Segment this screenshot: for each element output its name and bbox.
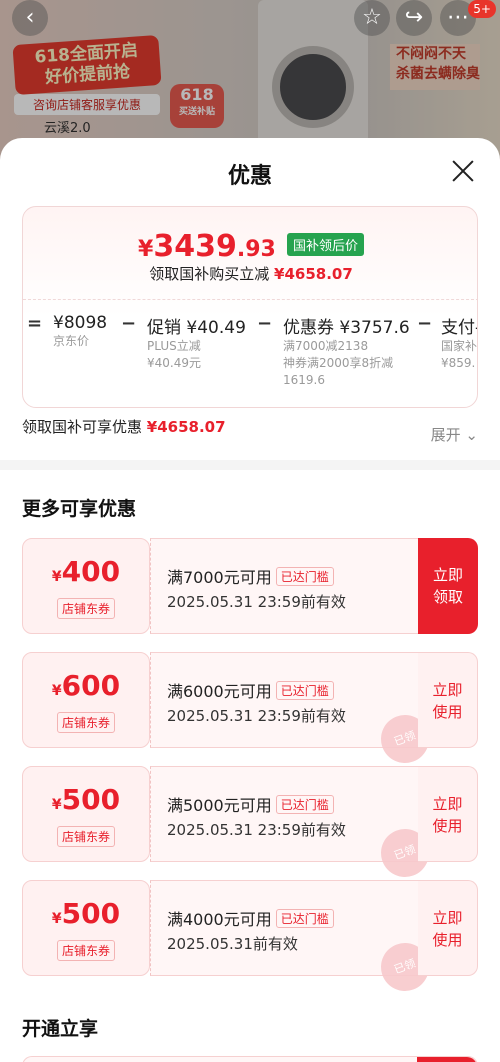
coupon-type-label: 店铺东券: [56, 826, 115, 847]
gov-subsidy-row: 领取国补可享优惠 ¥4658.07: [22, 418, 226, 436]
formula-term-promo: 促销 ¥40.49 PLUS立减 ¥40.49元: [147, 318, 246, 370]
threshold-reached-badge: 已达门槛: [275, 681, 334, 700]
membership-offer-card[interactable]: [22, 1056, 478, 1062]
use-coupon-button[interactable]: 立即 使用: [418, 766, 478, 862]
sheet-title: 优惠: [227, 164, 272, 189]
close-icon[interactable]: [448, 156, 478, 186]
star-icon[interactable]: ☆: [354, 0, 390, 36]
coupon-amount-block: ¥600 店铺东券: [22, 652, 150, 748]
membership-offer-button[interactable]: [417, 1057, 477, 1062]
coupon-info: 满4000元可用 已达门槛 2025.05.31前有效 已领: [150, 880, 436, 998]
divider: [23, 299, 477, 300]
expand-button[interactable]: 展开 ⌄: [431, 424, 478, 445]
coupon-card: ¥400 店铺东券 满7000元可用 已达门槛 2025.05.31 23:59前…: [22, 538, 478, 634]
product-gallery-background: 618全面开启 好价提前抢 咨询店铺客服享优惠 云溪2.0 618 买送补贴 不闷闷…: [0, 0, 500, 160]
threshold-reached-badge: 已达门槛: [275, 909, 334, 928]
claim-coupon-button[interactable]: 立即 领取: [418, 538, 478, 634]
formula-term-jd-price: ¥8098 京东价: [53, 313, 108, 348]
chevron-down-icon: ⌄: [460, 426, 478, 444]
coupon-expiry: 2025.05.31 23:59前有效: [167, 593, 346, 611]
coupon-amount-block: ¥500 店铺东券: [22, 766, 150, 862]
minus-sign: −: [121, 313, 137, 334]
coupon-type-label: 店铺东券: [56, 712, 115, 733]
coupon-expiry: 2025.05.31 23:59前有效: [167, 821, 346, 839]
final-price: ¥3439.93 国补领后价: [23, 229, 477, 264]
coupon-type-label: 店铺东券: [56, 940, 115, 961]
coupon-info: 满7000元可用 已达门槛 2025.05.31 23:59前有效: [150, 538, 418, 634]
coupon-card: ¥600 店铺东券 满6000元可用 已达门槛 2025.05.31 23:59前…: [22, 652, 478, 770]
section-title-membership: 开通立享: [22, 1018, 99, 1040]
formula-term-payment: 支付- 国家补 ¥859.: [441, 318, 478, 370]
share-icon[interactable]: ↪: [396, 0, 432, 36]
notification-badge: 5+: [468, 0, 496, 18]
price-breakdown-card: ¥3439.93 国补领后价 领取国补购买立减 ¥4658.07 = ¥8098…: [22, 206, 478, 408]
section-title-more-offers: 更多可享优惠: [22, 498, 137, 520]
coupon-amount-block: ¥400 店铺东券: [22, 538, 150, 634]
coupon-expiry: 2025.05.31前有效: [167, 935, 298, 953]
formula-term-coupon: 优惠券 ¥3757.6 满7000减2138 神券满2000享8折减 1619.…: [283, 318, 410, 387]
discount-sheet: 优惠 ¥3439.93 国补领后价 领取国补购买立减 ¥4658.07 = ¥8…: [0, 138, 500, 1062]
equals-sign: =: [27, 313, 43, 334]
coupon-card: ¥500 店铺东券 满4000元可用 已达门槛 2025.05.31前有效 已领 …: [22, 880, 478, 998]
coupon-amount-block: ¥500 店铺东券: [22, 880, 150, 976]
coupon-card: ¥500 店铺东券 满5000元可用 已达门槛 2025.05.31 23:59前…: [22, 766, 478, 884]
threshold-reached-badge: 已达门槛: [275, 567, 334, 586]
use-coupon-button[interactable]: 立即 使用: [418, 652, 478, 748]
back-arrow-icon[interactable]: ‹: [12, 0, 48, 36]
section-gap: [0, 460, 500, 470]
threshold-reached-badge: 已达门槛: [275, 795, 334, 814]
coupon-info: 满6000元可用 已达门槛 2025.05.31 23:59前有效 已领: [150, 652, 436, 770]
subsidy-line: 领取国补购买立减 ¥4658.07: [149, 265, 353, 283]
coupon-info: 满5000元可用 已达门槛 2025.05.31 23:59前有效 已领: [150, 766, 436, 884]
minus-sign: −: [417, 313, 433, 334]
coupon-expiry: 2025.05.31 23:59前有效: [167, 707, 346, 725]
minus-sign: −: [257, 313, 273, 334]
subsidy-price-tag: 国补领后价: [286, 233, 364, 256]
price-formula[interactable]: = ¥8098 京东价 − 促销 ¥40.49 PLUS立减 ¥40.49元 −…: [23, 311, 478, 401]
coupon-type-label: 店铺东券: [56, 598, 115, 619]
use-coupon-button[interactable]: 立即 使用: [418, 880, 478, 976]
